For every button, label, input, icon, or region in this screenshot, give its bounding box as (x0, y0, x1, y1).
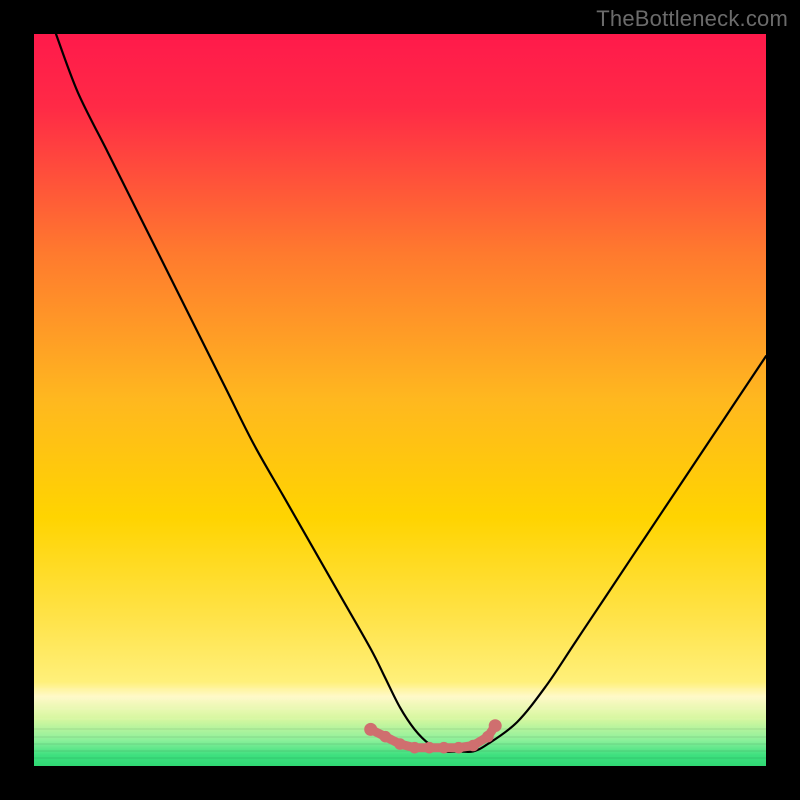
gradient-background (34, 34, 766, 766)
marker-dot (364, 723, 377, 736)
plot-area (34, 34, 766, 766)
bottleneck-chart (34, 34, 766, 766)
marker-dot (467, 740, 479, 752)
marker-dot (482, 731, 494, 743)
watermark-text: TheBottleneck.com (596, 6, 788, 32)
marker-dot (409, 742, 421, 754)
marker-dot (438, 742, 450, 754)
marker-dot (380, 731, 392, 743)
marker-dot (489, 719, 502, 732)
marker-dot (453, 742, 465, 754)
chart-frame: TheBottleneck.com (0, 0, 800, 800)
marker-dot (424, 742, 436, 754)
marker-dot (394, 738, 406, 750)
